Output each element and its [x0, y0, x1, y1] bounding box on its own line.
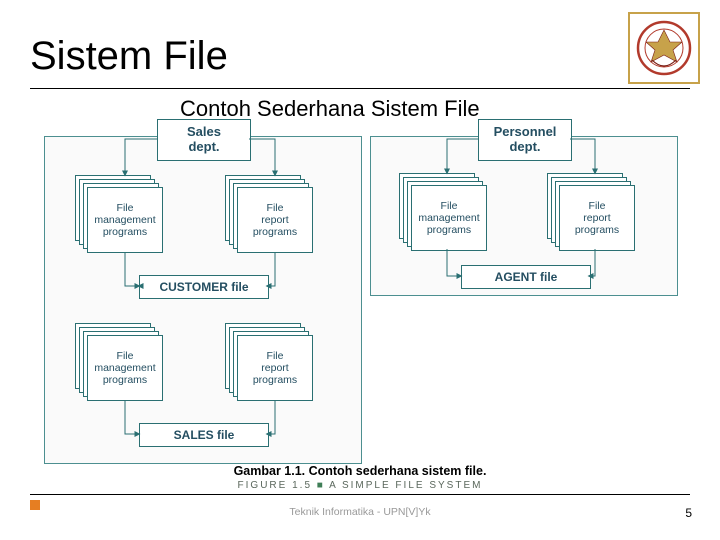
dept-personnel: Personnel dept.: [478, 119, 572, 161]
figure-line: FIGURE 1.5 ■ A SIMPLE FILE SYSTEM: [0, 480, 720, 491]
dept-sales: Sales dept.: [157, 119, 251, 161]
figure-text: A SIMPLE FILE SYSTEM: [329, 480, 482, 491]
figure-caption: Gambar 1.1. Contoh sederhana sistem file…: [0, 464, 720, 478]
file-agent: AGENT file: [461, 265, 591, 289]
stack-sales-mgmt-1: File management programs: [75, 175, 163, 253]
figure-label: FIGURE 1.5: [238, 480, 312, 491]
panel-sales: Sales dept. File management programs Fil…: [44, 136, 362, 464]
figure-diagram: Sales dept. File management programs Fil…: [40, 130, 680, 470]
square-icon: ■: [317, 480, 329, 491]
stack-sales-mgmt-2: File management programs: [75, 323, 163, 401]
university-logo: [628, 12, 700, 84]
title-rule: [30, 88, 690, 89]
stack-sales-rpt-1: File report programs: [225, 175, 313, 253]
page-number: 5: [685, 506, 692, 520]
panel-personnel: Personnel dept. File management programs…: [370, 136, 678, 296]
page-title: Sistem File: [30, 34, 228, 78]
footer-rule: [30, 494, 690, 495]
stack-personnel-rpt: File report programs: [547, 173, 635, 251]
stack-personnel-mgmt: File management programs: [399, 173, 487, 251]
file-sales: SALES file: [139, 423, 269, 447]
file-customer: CUSTOMER file: [139, 275, 269, 299]
footer-text: Teknik Informatika - UPN[V]Yk: [0, 506, 720, 518]
stack-sales-rpt-2: File report programs: [225, 323, 313, 401]
